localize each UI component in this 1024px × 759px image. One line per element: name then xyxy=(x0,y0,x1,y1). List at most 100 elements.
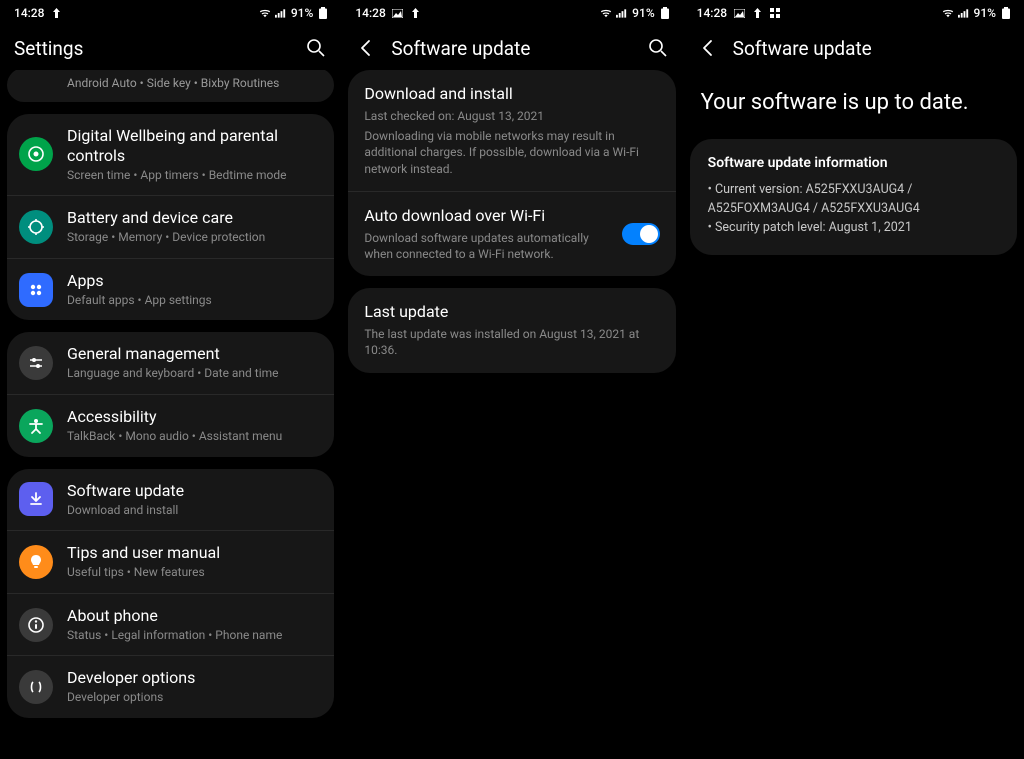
settings-row-battery-care[interactable]: Battery and device care Storage • Memory… xyxy=(7,195,334,258)
row-title: Digital Wellbeing and parental controls xyxy=(67,126,322,166)
row-title: About phone xyxy=(67,606,322,626)
developer-icon xyxy=(19,670,53,704)
row-title: Developer options xyxy=(67,668,322,688)
status-time: 14:28 xyxy=(14,6,44,20)
row-sub: Download and install xyxy=(67,503,322,519)
update-options: Download and install Last checked on: Au… xyxy=(341,70,682,759)
row-title: General management xyxy=(67,344,322,364)
row-title: Apps xyxy=(67,271,322,291)
row-sub: Screen time • App timers • Bedtime mode xyxy=(67,168,322,184)
status-bar: 14:28 91% xyxy=(341,0,682,26)
search-button[interactable] xyxy=(305,37,327,59)
grid-icon xyxy=(769,7,781,19)
battery-icon xyxy=(317,7,329,19)
row-sub: Last checked on: August 13, 2021 xyxy=(364,108,659,124)
page-title: Software update xyxy=(391,37,632,60)
battery-icon xyxy=(1000,7,1012,19)
battery-care-icon xyxy=(19,210,53,244)
settings-row-digital-wellbeing[interactable]: Digital Wellbeing and parental controls … xyxy=(7,114,334,196)
signal-icon xyxy=(958,7,970,19)
settings-group-1: Digital Wellbeing and parental controls … xyxy=(7,114,334,321)
settings-group-2: General management Language and keyboard… xyxy=(7,332,334,456)
row-sub-extra: Downloading via mobile networks may resu… xyxy=(364,128,659,177)
auto-download-switch[interactable] xyxy=(622,223,660,245)
general-mgmt-icon xyxy=(19,346,53,380)
screen-settings: 14:28 91% Settings xyxy=(0,0,341,759)
settings-row-advanced-features[interactable]: Android Auto • Side key • Bixby Routines xyxy=(7,70,334,102)
row-sub: Language and keyboard • Date and time xyxy=(67,366,322,382)
settings-row-accessibility[interactable]: Accessibility TalkBack • Mono audio • As… xyxy=(7,394,334,457)
settings-row-tips[interactable]: Tips and user manual Useful tips • New f… xyxy=(7,530,334,593)
row-auto-download[interactable]: Auto download over Wi-Fi Download softwa… xyxy=(348,191,675,276)
chevron-left-icon xyxy=(357,39,375,57)
row-title: Battery and device care xyxy=(67,208,322,228)
app-bar: Settings xyxy=(0,26,341,70)
battery-icon xyxy=(659,7,671,19)
status-battery-pct: 91% xyxy=(974,6,996,20)
status-headline: Your software is up to date. xyxy=(683,70,1024,139)
row-sub: Android Auto • Side key • Bixby Routines xyxy=(67,76,322,92)
accessibility-icon xyxy=(19,409,53,443)
status-battery-pct: 91% xyxy=(291,6,313,20)
app-bar: Software update xyxy=(341,26,682,70)
wifi-icon xyxy=(259,7,271,19)
search-icon xyxy=(648,38,668,58)
row-title: Last update xyxy=(364,302,659,322)
image-icon xyxy=(733,7,745,19)
chevron-left-icon xyxy=(699,39,717,57)
row-sub: Status • Legal information • Phone name xyxy=(67,628,322,644)
settings-row-about-phone[interactable]: About phone Status • Legal information •… xyxy=(7,593,334,656)
status-bar: 14:28 91% xyxy=(683,0,1024,26)
row-title: Software update xyxy=(67,481,322,501)
status-bar: 14:28 91% xyxy=(0,0,341,26)
settings-row-software-update[interactable]: Software update Download and install xyxy=(7,469,334,531)
back-button[interactable] xyxy=(355,37,377,59)
row-sub: TalkBack • Mono audio • Assistant menu xyxy=(67,429,322,445)
row-title: Accessibility xyxy=(67,407,322,427)
upload-icon xyxy=(410,7,422,19)
settings-row-general-management[interactable]: General management Language and keyboard… xyxy=(7,332,334,394)
row-sub: Developer options xyxy=(67,690,322,706)
wellbeing-icon xyxy=(19,137,53,171)
settings-list[interactable]: Android Auto • Side key • Bixby Routines… xyxy=(0,70,341,759)
settings-group-3: Software update Download and install Tip… xyxy=(7,469,334,718)
row-title: Download and install xyxy=(364,84,659,104)
screen-software-update-list: 14:28 91% Software update xyxy=(341,0,682,759)
settings-row-developer-options[interactable]: Developer options Developer options xyxy=(7,655,334,718)
signal-icon xyxy=(616,7,628,19)
tips-icon xyxy=(19,545,53,579)
row-sub: Useful tips • New features xyxy=(67,565,322,581)
page-title: Software update xyxy=(733,37,1010,60)
page-title: Settings xyxy=(14,37,291,60)
settings-group-advanced: Android Auto • Side key • Bixby Routines xyxy=(7,70,334,102)
search-icon xyxy=(306,38,326,58)
row-sub: The last update was installed on August … xyxy=(364,326,659,358)
search-button[interactable] xyxy=(647,37,669,59)
update-group-main: Download and install Last checked on: Au… xyxy=(348,70,675,276)
wifi-icon xyxy=(600,7,612,19)
info-line-patch: • Security patch level: August 1, 2021 xyxy=(708,219,999,238)
row-download-install[interactable]: Download and install Last checked on: Au… xyxy=(348,70,675,191)
image-icon xyxy=(392,7,404,19)
about-phone-icon xyxy=(19,608,53,642)
wifi-icon xyxy=(942,7,954,19)
info-line-version: • Current version: A525FXXU3AUG4 / A525F… xyxy=(708,181,999,219)
row-title: Tips and user manual xyxy=(67,543,322,563)
settings-row-apps[interactable]: Apps Default apps • App settings xyxy=(7,258,334,321)
row-sub: Download software updates automatically … xyxy=(364,230,609,262)
row-title: Auto download over Wi-Fi xyxy=(364,206,609,226)
update-group-last: Last update The last update was installe… xyxy=(348,288,675,372)
status-battery-pct: 91% xyxy=(632,6,654,20)
app-bar: Software update xyxy=(683,26,1024,70)
status-time: 14:28 xyxy=(355,6,385,20)
back-button[interactable] xyxy=(697,37,719,59)
row-sub: Default apps • App settings xyxy=(67,293,322,309)
signal-icon xyxy=(275,7,287,19)
row-last-update[interactable]: Last update The last update was installe… xyxy=(348,288,675,372)
status-time: 14:28 xyxy=(697,6,727,20)
update-status-content: Your software is up to date. Software up… xyxy=(683,70,1024,255)
upload-icon xyxy=(751,7,763,19)
screen-software-update-status: 14:28 91% Sof xyxy=(683,0,1024,759)
info-title: Software update information xyxy=(708,155,999,171)
update-info-card: Software update information • Current ve… xyxy=(690,139,1017,255)
